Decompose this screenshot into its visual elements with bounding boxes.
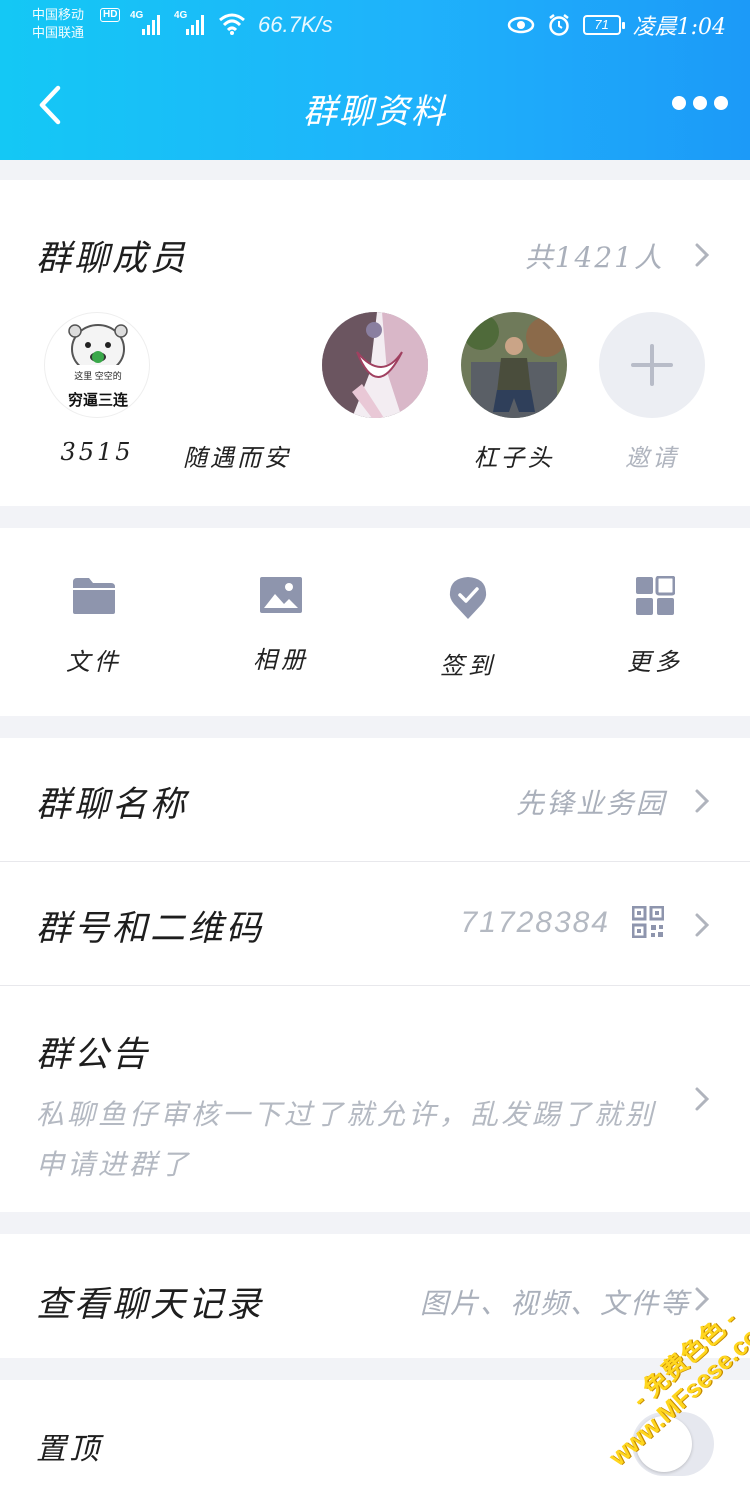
status-bar: 中国移动 中国联通 HD 4G 4G 66.7K/s 71 凌晨1:04	[0, 0, 750, 50]
checkin-icon	[449, 577, 487, 619]
eye-icon	[507, 16, 534, 34]
dot-icon	[672, 96, 686, 110]
member-count[interactable]: 共1421人	[525, 236, 664, 276]
group-number-row[interactable]: 群号和二维码 71728384	[0, 862, 750, 985]
chat-history-label: 查看聊天记录	[36, 1285, 265, 1325]
chevron-right-icon	[695, 789, 710, 813]
folder-icon	[73, 578, 115, 614]
tool-label: 文件	[66, 648, 122, 676]
member-avatar-item[interactable]: 这里 空空的 穷逼三连	[44, 312, 150, 418]
avatar-caption: 穷逼三连	[67, 392, 128, 409]
avatar: 这里 空空的 穷逼三连	[44, 312, 150, 418]
pin-label: 置顶	[36, 1432, 102, 1467]
group-name-row[interactable]: 群聊名称 先锋业务园	[0, 738, 750, 861]
avatar-caption-small: 这里 空空的	[74, 371, 122, 381]
plus-icon	[631, 344, 673, 386]
chat-history-hint: 图片、视频、文件等	[419, 1287, 690, 1320]
member-avatar-item[interactable]	[322, 312, 428, 418]
group-name-value: 先锋业务园	[515, 787, 666, 820]
dot-icon	[693, 96, 707, 110]
tool-checkin[interactable]: 签到	[408, 576, 528, 681]
page-title: 群聊资料	[303, 92, 447, 132]
member-name: 随遇而安	[183, 444, 291, 472]
chevron-right-icon[interactable]	[694, 242, 710, 268]
chat-history-row[interactable]: 查看聊天记录 图片、视频、文件等	[0, 1234, 750, 1358]
chevron-right-icon	[695, 913, 710, 937]
clock: 凌晨1:04	[632, 15, 726, 40]
anime-avatar-icon	[322, 312, 428, 418]
person-photo-icon	[461, 312, 567, 418]
status-right: 71 凌晨1:04	[507, 10, 726, 40]
invite-button[interactable]	[599, 312, 705, 418]
tool-album[interactable]: 相册	[221, 576, 341, 675]
announcement-text: 私聊鱼仔审核一下过了就允许，乱发踢了就别申请进群了	[36, 1098, 657, 1181]
qrcode-icon[interactable]	[632, 906, 664, 938]
wifi-icon	[219, 13, 245, 35]
tool-files[interactable]: 文件	[34, 576, 154, 677]
announcement-label: 群公告	[36, 1035, 151, 1075]
member-name: 杠子头	[473, 444, 555, 472]
group-number-label: 群号和二维码	[36, 909, 265, 949]
chevron-right-icon	[695, 1287, 710, 1311]
avatar	[461, 312, 567, 418]
announcement-row[interactable]: 群公告 私聊鱼仔审核一下过了就允许，乱发踢了就别申请进群了	[0, 986, 750, 1212]
more-menu-button[interactable]	[672, 96, 728, 110]
group-info-card: 群聊名称 先锋业务园 群号和二维码 71728384 群公告 私聊鱼仔审核一下过	[0, 738, 750, 1212]
member-name: 3515	[60, 438, 134, 466]
members-card: 群聊成员 共1421人 这里 空空的 穷逼三连 3515 随遇而安 杠子头 邀请	[0, 180, 750, 506]
tool-label: 相册	[253, 646, 309, 674]
group-name-label: 群聊名称	[36, 785, 189, 825]
tool-more[interactable]: 更多	[595, 575, 715, 677]
group-number-value: 71728384	[460, 906, 610, 939]
members-label: 群聊成员	[36, 239, 189, 279]
chevron-right-icon	[695, 1087, 710, 1111]
signal-icon	[186, 13, 208, 35]
avatar	[322, 312, 428, 418]
carrier-info: 中国移动 中国联通	[32, 6, 84, 42]
carrier-2: 中国联通	[32, 25, 85, 40]
dot-icon	[714, 96, 728, 110]
network-speed: 66.7K/s	[258, 12, 333, 37]
grid-icon	[636, 575, 676, 615]
signal-icon	[142, 13, 164, 35]
carrier-1: 中国移动	[32, 7, 85, 22]
battery-icon: 71	[582, 15, 625, 35]
tool-label: 更多	[627, 648, 683, 676]
image-icon	[260, 577, 302, 613]
tool-label: 签到	[440, 652, 496, 680]
alarm-icon	[548, 14, 569, 36]
header: 中国移动 中国联通 HD 4G 4G 66.7K/s 71 凌晨1:04 群聊资…	[0, 0, 750, 160]
member-avatar-item[interactable]	[461, 312, 567, 418]
tools-card: 文件 相册 签到 更多	[0, 528, 750, 716]
avatar	[599, 312, 705, 418]
invite-label: 邀请	[625, 444, 679, 472]
hd-badge: HD	[100, 8, 121, 22]
